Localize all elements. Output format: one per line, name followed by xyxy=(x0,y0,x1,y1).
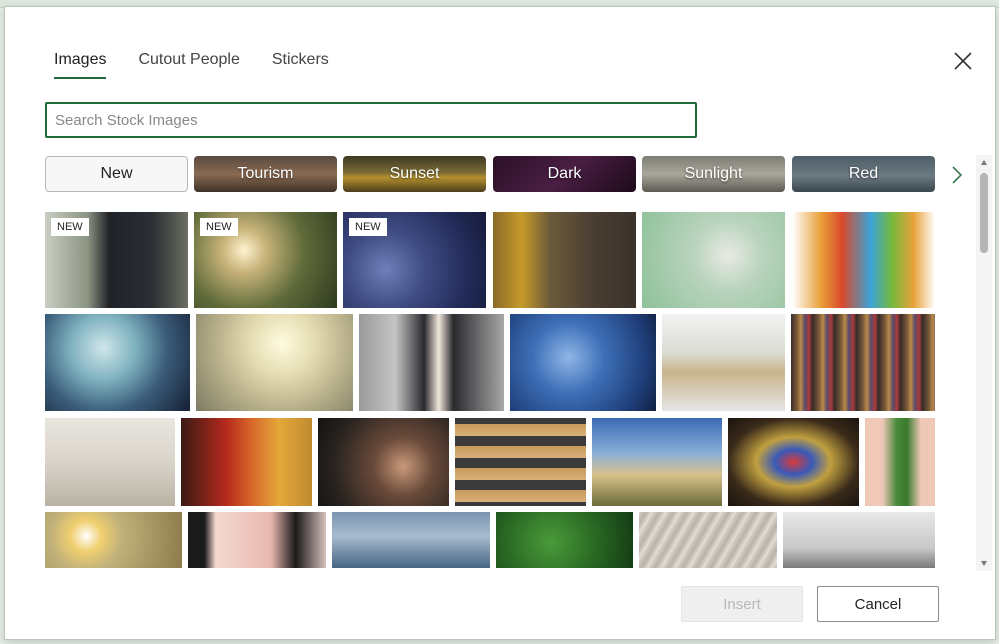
category-new[interactable]: New xyxy=(45,156,188,192)
category-label: Dark xyxy=(547,165,582,182)
image-tile[interactable] xyxy=(662,314,785,411)
search-input[interactable] xyxy=(47,104,695,136)
image-tile[interactable] xyxy=(791,314,935,411)
image-tile[interactable] xyxy=(188,512,326,568)
close-button[interactable] xyxy=(951,49,975,73)
category-bar: New Tourism Sunset Dark Sunlight Red xyxy=(45,156,935,192)
category-sunlight[interactable]: Sunlight xyxy=(642,156,785,192)
image-tile[interactable] xyxy=(496,512,633,568)
image-tile[interactable] xyxy=(510,314,656,411)
image-grid: NEW NEW NEW xyxy=(45,212,935,568)
image-tile[interactable] xyxy=(639,512,777,568)
image-tile[interactable] xyxy=(359,314,504,411)
cancel-button[interactable]: Cancel xyxy=(817,586,939,622)
image-tile[interactable] xyxy=(865,418,935,506)
next-categories-button[interactable] xyxy=(948,164,966,186)
category-label: Sunlight xyxy=(684,165,743,182)
chevron-right-icon xyxy=(952,166,963,184)
image-tile[interactable] xyxy=(45,418,175,506)
image-tile[interactable] xyxy=(783,512,935,568)
new-badge: NEW xyxy=(349,218,387,236)
image-tile[interactable] xyxy=(728,418,859,506)
close-icon xyxy=(954,52,972,70)
image-tile[interactable] xyxy=(642,212,785,308)
insert-button[interactable]: Insert xyxy=(681,586,803,622)
image-tile[interactable] xyxy=(455,418,586,506)
search-box xyxy=(45,102,697,138)
tab-stickers[interactable]: Stickers xyxy=(272,49,329,79)
image-tile[interactable] xyxy=(45,512,182,568)
category-label: Sunset xyxy=(389,165,440,182)
new-badge: NEW xyxy=(51,218,89,236)
image-tile[interactable] xyxy=(318,418,449,506)
image-tile[interactable]: NEW xyxy=(45,212,188,308)
scroll-up-icon[interactable] xyxy=(980,159,988,167)
vertical-scrollbar[interactable] xyxy=(976,155,992,571)
image-tile[interactable]: NEW xyxy=(194,212,337,308)
image-tile[interactable] xyxy=(592,418,722,506)
category-dark[interactable]: Dark xyxy=(493,156,636,192)
image-tile[interactable] xyxy=(196,314,353,411)
image-tile[interactable] xyxy=(45,314,190,411)
image-tile[interactable] xyxy=(332,512,490,568)
image-tile[interactable] xyxy=(181,418,312,506)
tab-images[interactable]: Images xyxy=(54,49,107,79)
image-tile[interactable]: NEW xyxy=(343,212,486,308)
category-label: New xyxy=(100,165,133,182)
image-tile[interactable] xyxy=(493,212,636,308)
tab-cutout-people[interactable]: Cutout People xyxy=(138,49,239,79)
new-badge: NEW xyxy=(200,218,238,236)
category-red[interactable]: Red xyxy=(792,156,935,192)
category-label: Red xyxy=(848,165,879,182)
tab-bar: Images Cutout People Stickers xyxy=(54,49,361,79)
image-tile[interactable] xyxy=(792,212,935,308)
scroll-down-icon[interactable] xyxy=(980,559,988,567)
category-label: Tourism xyxy=(237,165,294,182)
category-sunset[interactable]: Sunset xyxy=(343,156,486,192)
stock-images-dialog: Images Cutout People Stickers New Touris… xyxy=(4,6,996,640)
scrollbar-thumb[interactable] xyxy=(980,173,988,253)
category-tourism[interactable]: Tourism xyxy=(194,156,337,192)
